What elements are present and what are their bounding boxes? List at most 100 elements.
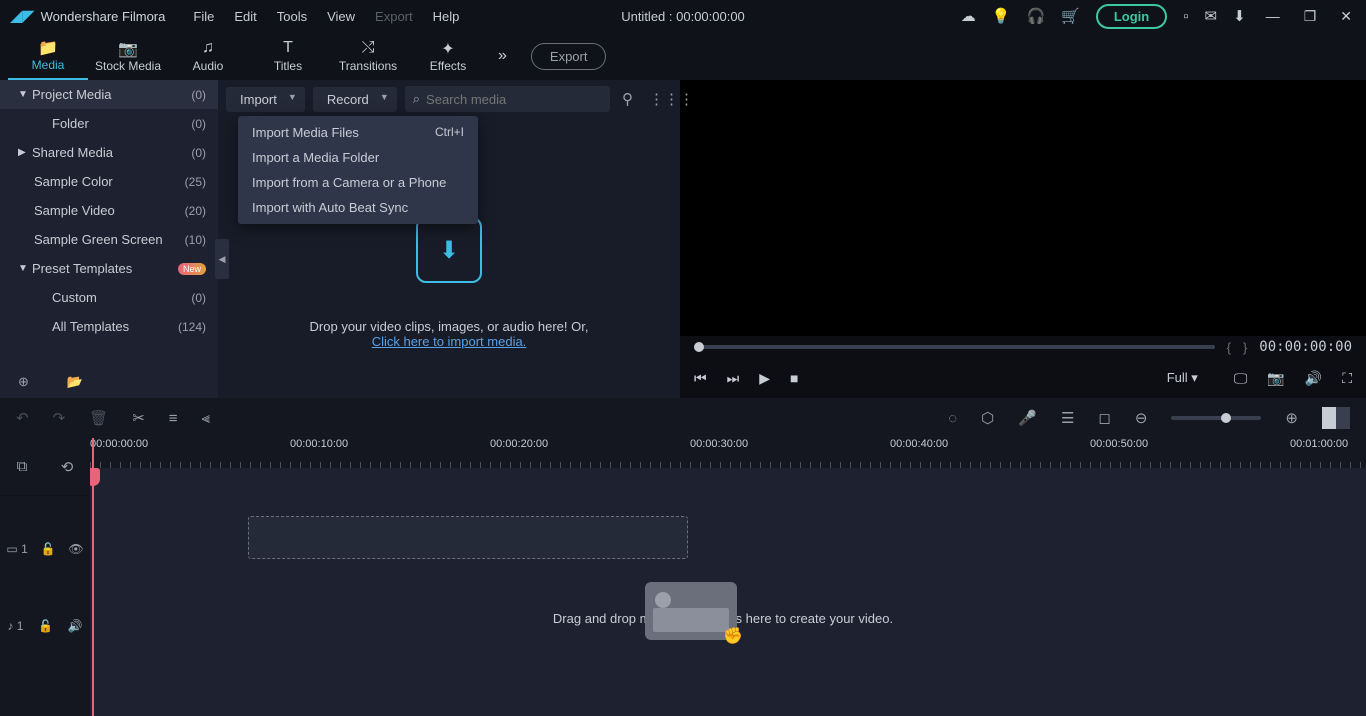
- record-dropdown[interactable]: Record ▼: [313, 87, 397, 112]
- search-input[interactable]: [426, 92, 602, 107]
- collapse-handle[interactable]: ◀: [215, 239, 229, 279]
- search-input-wrap[interactable]: ⌕: [405, 86, 610, 112]
- ripple-icon[interactable]: ⧉: [17, 458, 28, 475]
- sidebar-sample-color[interactable]: Sample Color (25): [0, 167, 218, 196]
- download-icon[interactable]: ⬇: [1233, 7, 1246, 25]
- menu-export[interactable]: Export: [365, 5, 423, 28]
- view-toggle[interactable]: [1322, 407, 1350, 429]
- save-icon[interactable]: ▫: [1183, 8, 1188, 25]
- camera-icon: 📷: [118, 39, 138, 59]
- snapshot-icon[interactable]: 📷: [1267, 370, 1284, 387]
- dropzone-link[interactable]: Click here to import media.: [372, 334, 527, 349]
- sidebar-preset-templates[interactable]: ▼ Preset Templates New: [0, 254, 218, 283]
- audio-wave-icon[interactable]: ⫷: [202, 410, 210, 427]
- cart-icon[interactable]: 🛒: [1061, 7, 1080, 25]
- import-media-files[interactable]: Import Media Files Ctrl+I: [238, 120, 478, 145]
- mark-out-icon[interactable]: }: [1243, 340, 1247, 355]
- dragged-media-thumb[interactable]: ✊: [645, 582, 737, 640]
- sidebar-label: Project Media: [32, 87, 191, 102]
- timeline-ruler[interactable]: 00:00:00:00 00:00:10:00 00:00:20:00 00:0…: [90, 438, 1366, 468]
- voiceover-icon[interactable]: 🎤: [1018, 409, 1037, 427]
- tab-media[interactable]: 📁 Media: [8, 32, 88, 80]
- video-track-header[interactable]: ▭ 1 🔓 👁: [0, 496, 90, 601]
- speaker-icon[interactable]: 🔊: [68, 619, 83, 633]
- mark-in-icon[interactable]: {: [1227, 340, 1231, 355]
- filter-icon[interactable]: ⚲: [618, 90, 637, 108]
- playhead[interactable]: [92, 438, 94, 716]
- tab-titles[interactable]: T Titles: [248, 32, 328, 80]
- track-drop-target[interactable]: [248, 516, 688, 559]
- menu-label: Import Media Files: [252, 125, 435, 140]
- mail-icon[interactable]: ✉: [1205, 7, 1218, 25]
- next-frame-icon[interactable]: ⏭: [727, 370, 740, 387]
- preview-size-select[interactable]: Full ▾: [1167, 370, 1214, 386]
- sidebar-custom[interactable]: Custom (0): [0, 283, 218, 312]
- sidebar-all-templates[interactable]: All Templates (124): [0, 312, 218, 341]
- tab-audio[interactable]: ♫ Audio: [168, 32, 248, 80]
- sidebar-sample-green[interactable]: Sample Green Screen (10): [0, 225, 218, 254]
- screen-icon[interactable]: 🖵: [1234, 370, 1248, 387]
- sidebar-folder[interactable]: Folder (0): [0, 109, 218, 138]
- menu-edit[interactable]: Edit: [224, 5, 266, 28]
- marker-icon[interactable]: ⬡: [981, 409, 994, 427]
- cut-icon[interactable]: ✂: [132, 409, 145, 427]
- crop-icon[interactable]: ◻: [1098, 409, 1110, 427]
- grid-icon[interactable]: ⋮⋮⋮: [645, 90, 698, 108]
- volume-icon[interactable]: 🔊: [1305, 370, 1322, 387]
- scrubber[interactable]: [694, 345, 1215, 349]
- import-icon[interactable]: ⬇: [416, 217, 482, 283]
- tips-icon[interactable]: 💡: [992, 7, 1011, 25]
- close-icon[interactable]: ✕: [1336, 8, 1356, 25]
- open-folder-icon[interactable]: 📂: [67, 374, 83, 390]
- menu-file[interactable]: File: [183, 5, 224, 28]
- more-tabs-icon[interactable]: »: [498, 47, 507, 65]
- eye-icon[interactable]: 👁: [68, 542, 83, 556]
- sidebar-sample-video[interactable]: Sample Video (20): [0, 196, 218, 225]
- maximize-icon[interactable]: ❐: [1300, 8, 1321, 25]
- cloud-icon[interactable]: ☁: [961, 7, 976, 25]
- menu-tools[interactable]: Tools: [267, 5, 317, 28]
- zoom-slider[interactable]: [1171, 416, 1261, 420]
- scrubber-thumb[interactable]: [694, 342, 704, 352]
- stop-icon[interactable]: ■: [790, 370, 798, 386]
- import-media-folder[interactable]: Import a Media Folder: [238, 145, 478, 170]
- import-auto-beat[interactable]: Import with Auto Beat Sync: [238, 195, 478, 220]
- preview-controls: ⏮ ⏭ ▶ ■ Full ▾ 🖵 📷 🔊 ⛶: [680, 358, 1366, 398]
- preview-scrubber-row: { } 00:00:00:00: [680, 336, 1366, 358]
- playhead-handle[interactable]: [90, 468, 100, 486]
- menu-help[interactable]: Help: [423, 5, 470, 28]
- zoom-thumb[interactable]: [1221, 413, 1231, 423]
- import-camera-phone[interactable]: Import from a Camera or a Phone: [238, 170, 478, 195]
- tab-transitions[interactable]: ⤭ Transitions: [328, 32, 408, 80]
- login-button[interactable]: Login: [1096, 4, 1167, 29]
- redo-icon[interactable]: ↷: [53, 409, 66, 427]
- add-folder-icon[interactable]: ⊕: [18, 374, 29, 390]
- sidebar-count: (0): [191, 146, 206, 160]
- sidebar-shared-media[interactable]: ▶ Shared Media (0): [0, 138, 218, 167]
- fullscreen-icon[interactable]: ⛶: [1342, 370, 1352, 387]
- preview-video[interactable]: [680, 80, 1366, 336]
- minimize-icon[interactable]: —: [1262, 8, 1284, 24]
- menu-view[interactable]: View: [317, 5, 365, 28]
- link-icon[interactable]: ⟲: [61, 458, 74, 476]
- import-dropdown[interactable]: Import ▼: [226, 87, 305, 112]
- support-icon[interactable]: 🎧: [1026, 7, 1045, 25]
- timeline-tracks[interactable]: 00:00:00:00 00:00:10:00 00:00:20:00 00:0…: [90, 438, 1366, 716]
- audio-track-header[interactable]: ♪ 1 🔓 🔊: [0, 601, 90, 651]
- sidebar-project-media[interactable]: ▼ Project Media (0): [0, 80, 218, 109]
- zoom-out-icon[interactable]: ⊖: [1135, 409, 1148, 427]
- audio-track-icon: ♪ 1: [7, 619, 23, 633]
- export-button[interactable]: Export: [531, 43, 607, 70]
- prev-frame-icon[interactable]: ⏮: [694, 370, 707, 387]
- undo-icon[interactable]: ↶: [16, 409, 29, 427]
- lock-icon[interactable]: 🔓: [41, 542, 56, 556]
- zoom-in-icon[interactable]: ⊕: [1285, 409, 1298, 427]
- tab-effects[interactable]: ✦ Effects: [408, 32, 488, 80]
- adjust-icon[interactable]: ≡: [169, 410, 178, 427]
- delete-icon[interactable]: 🗑: [89, 409, 108, 427]
- tab-stock-media[interactable]: 📷 Stock Media: [88, 32, 168, 80]
- lock-icon[interactable]: 🔓: [38, 619, 53, 633]
- mixer-icon[interactable]: ☰: [1061, 409, 1074, 427]
- play-icon[interactable]: ▶: [759, 370, 770, 387]
- render-icon[interactable]: ◌: [948, 410, 957, 427]
